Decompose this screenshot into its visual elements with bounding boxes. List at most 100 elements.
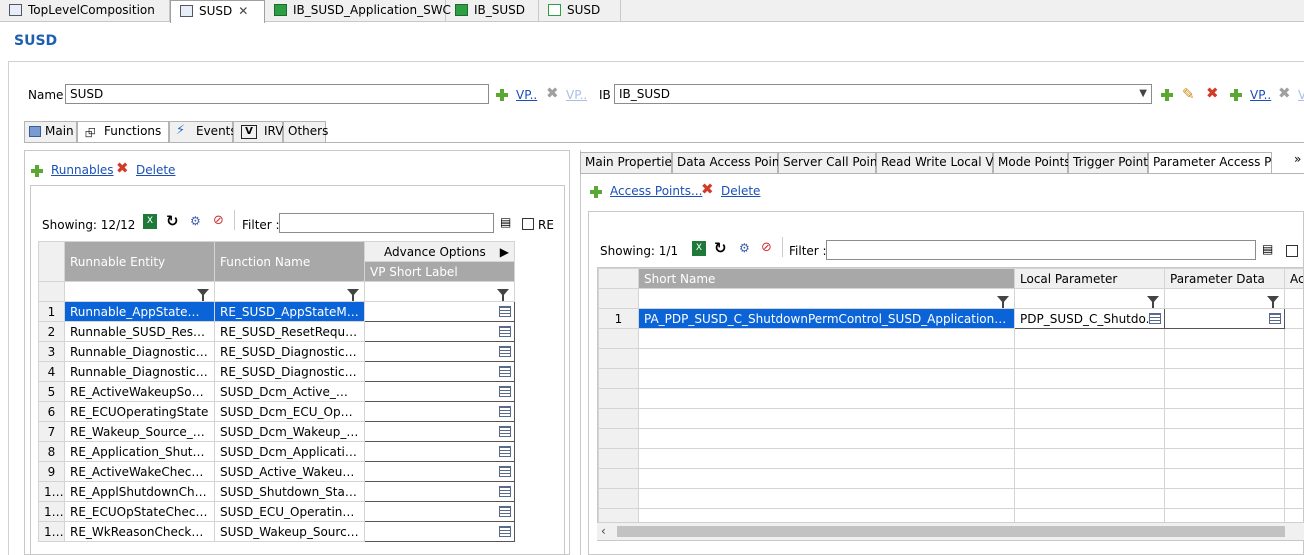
scrollbar-thumb[interactable] bbox=[617, 526, 1285, 537]
scroll-left-icon[interactable]: ‹ bbox=[601, 524, 606, 538]
add-access-point-icon[interactable] bbox=[589, 184, 603, 199]
editor-tab-susd-component[interactable]: SUSD bbox=[539, 0, 621, 22]
filter-options-icon[interactable]: ▤ bbox=[1262, 242, 1273, 256]
column-header-function-name[interactable]: Function Name bbox=[214, 241, 365, 282]
table-picker-icon[interactable] bbox=[499, 406, 511, 417]
cell-runnable-entity[interactable]: RE_ActiveWakeupSource bbox=[64, 381, 215, 402]
cell-parameter-data[interactable] bbox=[1164, 308, 1285, 329]
table-picker-icon[interactable] bbox=[1149, 313, 1161, 324]
cell-function-name[interactable]: SUSD_Dcm_ECU_Operati... bbox=[214, 401, 365, 422]
table-picker-icon[interactable] bbox=[499, 306, 511, 317]
filter-icon[interactable] bbox=[1147, 295, 1159, 308]
filter-runnable-entity[interactable] bbox=[64, 281, 215, 302]
cell-vp-short-label[interactable] bbox=[364, 401, 515, 422]
re-checkbox[interactable] bbox=[522, 218, 534, 230]
table-row[interactable]: 2Runnable_SUSD_ResetRe...RE_SUSD_ResetRe… bbox=[38, 321, 561, 342]
tab-others[interactable]: Others bbox=[283, 121, 328, 142]
tab-main-properties[interactable]: Main Properties bbox=[580, 152, 678, 173]
filter-parameter-data[interactable] bbox=[1164, 288, 1285, 309]
cell-vp-short-label[interactable] bbox=[364, 301, 515, 322]
filter-input[interactable] bbox=[279, 213, 494, 233]
add-ib-icon[interactable] bbox=[1160, 87, 1174, 102]
delete-icon[interactable]: ✖ bbox=[116, 159, 129, 177]
cell-vp-short-label[interactable] bbox=[364, 361, 515, 382]
cell-function-name[interactable]: SUSD_Dcm_Wakeup_So... bbox=[214, 421, 365, 442]
table-row[interactable]: 12 RE_WkReasonCheckRead SUSD_Wakeup_Source… bbox=[38, 521, 561, 542]
filter-function-name[interactable] bbox=[214, 281, 365, 302]
table-row[interactable]: 3 Runnable_DiagnosticRes... RE_SUSD_Diagno… bbox=[38, 341, 561, 362]
table-row[interactable]: 10 RE_ApplShutdownChec... SUSD_Shutdown_St… bbox=[38, 481, 561, 502]
filter-vp-short-label[interactable] bbox=[364, 281, 515, 302]
edit-pencil-icon[interactable]: ✎ bbox=[1182, 85, 1195, 103]
cell-function-name[interactable]: SUSD_Dcm_Active_Wak... bbox=[214, 381, 365, 402]
cell-function-name[interactable]: SUSD_Wakeup_Source_R... bbox=[214, 521, 365, 542]
clear-filter-icon[interactable]: ⊘ bbox=[213, 213, 224, 228]
tab-functions[interactable]: ⮺ Functions bbox=[77, 121, 169, 143]
table-picker-icon[interactable] bbox=[499, 426, 511, 437]
editor-tab-susd[interactable]: SUSD ✕ bbox=[170, 0, 265, 23]
add-vp2-icon[interactable] bbox=[1229, 87, 1243, 102]
tab-read-write-local-var[interactable]: Read Write Local Var bbox=[876, 152, 1005, 173]
cell-runnable-entity[interactable]: Runnable_DiagnosticRes... bbox=[64, 341, 215, 362]
cell-function-name[interactable]: SUSD_ECU_Operating_St... bbox=[214, 501, 365, 522]
refresh-icon[interactable]: ↻ bbox=[166, 212, 179, 230]
delete-ib-icon[interactable]: ✖ bbox=[1206, 84, 1219, 102]
filter-icon[interactable] bbox=[347, 288, 359, 301]
cell-vp-short-label[interactable] bbox=[364, 321, 515, 342]
horizontal-scrollbar[interactable]: ‹ bbox=[597, 522, 1304, 540]
table-picker-icon[interactable] bbox=[499, 366, 511, 377]
table-picker-icon[interactable] bbox=[499, 466, 511, 477]
table-row[interactable]: 1 PA_PDP_SUSD_C_ShutdownPermControl_SUSD… bbox=[598, 308, 1303, 329]
tab-main[interactable]: Main bbox=[24, 121, 77, 142]
settings-icon[interactable]: ⚙ bbox=[739, 241, 750, 255]
cell-vp-short-label[interactable] bbox=[364, 481, 515, 502]
cell-function-name[interactable]: SUSD_Shutdown_Status_... bbox=[214, 481, 365, 502]
cell-vp-short-label[interactable] bbox=[364, 441, 515, 462]
cell-function-name[interactable]: SUSD_Dcm_Application_... bbox=[214, 441, 365, 462]
ib-select[interactable]: IB_SUSD ▼ bbox=[614, 84, 1152, 104]
cell-short-name[interactable]: PA_PDP_SUSD_C_ShutdownPermControl_SUSD_A… bbox=[638, 308, 1015, 329]
vp-link[interactable]: VP.. bbox=[516, 88, 537, 102]
refresh-icon[interactable]: ↻ bbox=[714, 239, 727, 257]
cell-vp-short-label[interactable] bbox=[364, 521, 515, 542]
filter-input[interactable] bbox=[826, 240, 1256, 260]
cell-function-name[interactable]: RE_SUSD_DiagnosticRes... bbox=[214, 341, 365, 362]
cell-runnable-entity[interactable]: RE_ApplShutdownChec... bbox=[64, 481, 215, 502]
table-picker-icon[interactable] bbox=[499, 506, 511, 517]
cell-local-parameter[interactable]: PDP_SUSD_C_Shutdo... bbox=[1014, 308, 1165, 329]
delete-link[interactable]: Delete bbox=[721, 184, 760, 198]
column-header-local-parameter[interactable]: Local Parameter bbox=[1014, 268, 1165, 289]
cell-function-name[interactable]: RE_SUSD_ResetRequest... bbox=[214, 321, 365, 342]
table-row[interactable]: 6 RE_ECUOperatingState SUSD_Dcm_ECU_Operat… bbox=[38, 401, 561, 422]
cell-runnable-entity[interactable]: RE_Wakeup_Source_Rea... bbox=[64, 421, 215, 442]
expand-arrow-icon[interactable]: ▶ bbox=[500, 245, 509, 259]
table-row[interactable]: 5 RE_ActiveWakeupSource SUSD_Dcm_Active_Wa… bbox=[38, 381, 561, 402]
table-picker-icon[interactable] bbox=[499, 486, 511, 497]
column-header-short-name[interactable]: Short Name bbox=[638, 268, 1015, 289]
table-picker-icon[interactable] bbox=[1269, 313, 1281, 324]
column-header-ac[interactable]: Ac bbox=[1284, 268, 1303, 289]
cell-vp-short-label[interactable] bbox=[364, 501, 515, 522]
filter-options-icon[interactable]: ▤ bbox=[500, 215, 511, 229]
filter-icon[interactable] bbox=[997, 295, 1009, 308]
filter-icon[interactable] bbox=[197, 288, 209, 301]
filter-short-name[interactable] bbox=[638, 288, 1015, 309]
delete-icon[interactable]: ✖ bbox=[701, 180, 714, 198]
filter-icon[interactable] bbox=[497, 288, 509, 301]
column-header-runnable-entity[interactable]: Runnable Entity bbox=[64, 241, 215, 282]
filter-icon[interactable] bbox=[1267, 295, 1279, 308]
tab-trigger-points[interactable]: Trigger Points bbox=[1068, 152, 1154, 173]
add-vp-icon[interactable] bbox=[495, 87, 509, 102]
name-input[interactable]: SUSD bbox=[65, 84, 489, 104]
tab-parameter-access-points[interactable]: Parameter Access Poi bbox=[1148, 152, 1272, 174]
cell-runnable-entity[interactable]: RE_Application_Shutdo... bbox=[64, 441, 215, 462]
cell-vp-short-label[interactable] bbox=[364, 461, 515, 482]
table-row[interactable]: 7 RE_Wakeup_Source_Rea... SUSD_Dcm_Wakeup_… bbox=[38, 421, 561, 442]
table-row[interactable]: 8 RE_Application_Shutdo... SUSD_Dcm_Applic… bbox=[38, 441, 561, 462]
tab-server-call-points[interactable]: Server Call Points bbox=[778, 152, 888, 173]
table-row[interactable]: 4 Runnable_DiagnosticRe... RE_SUSD_Diagnos… bbox=[38, 361, 561, 382]
cell-runnable-entity[interactable]: Runnable_DiagnosticRe... bbox=[64, 361, 215, 382]
tab-mode-points[interactable]: Mode Points bbox=[993, 152, 1071, 173]
table-row[interactable]: 1Runnable_AppStateMana...RE_SUSD_AppStat… bbox=[38, 301, 561, 322]
editor-tab-ib-susd-application-swc[interactable]: IB_SUSD_Application_SWC bbox=[265, 0, 451, 22]
